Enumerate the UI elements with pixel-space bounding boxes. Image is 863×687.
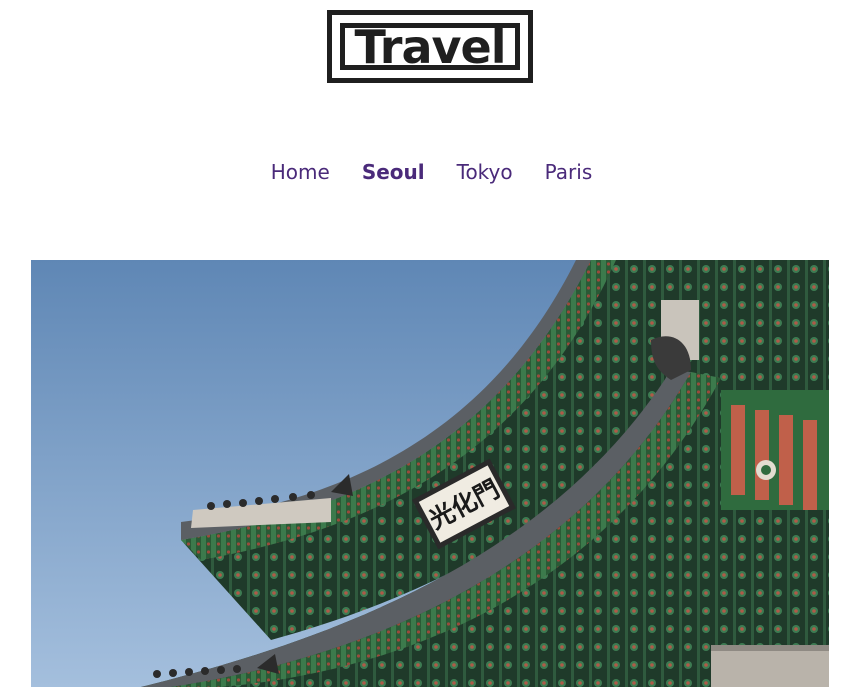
nav-item-seoul[interactable]: Seoul bbox=[362, 160, 425, 184]
nav-item-paris[interactable]: Paris bbox=[545, 160, 593, 184]
painted-rafters bbox=[721, 390, 829, 510]
nav-item-tokyo[interactable]: Tokyo bbox=[457, 160, 513, 184]
stone-wall bbox=[711, 645, 829, 687]
site-logo-text: Travel bbox=[340, 23, 520, 70]
page: Travel Home Seoul Tokyo Paris 光化門 bbox=[0, 0, 863, 687]
hero-image: 光化門 bbox=[31, 260, 829, 687]
site-logo[interactable]: Travel bbox=[327, 10, 533, 83]
gwanghwamun-gate-photo: 光化門 bbox=[31, 260, 829, 687]
main-nav: Home Seoul Tokyo Paris bbox=[0, 160, 863, 184]
nav-item-home[interactable]: Home bbox=[271, 160, 330, 184]
